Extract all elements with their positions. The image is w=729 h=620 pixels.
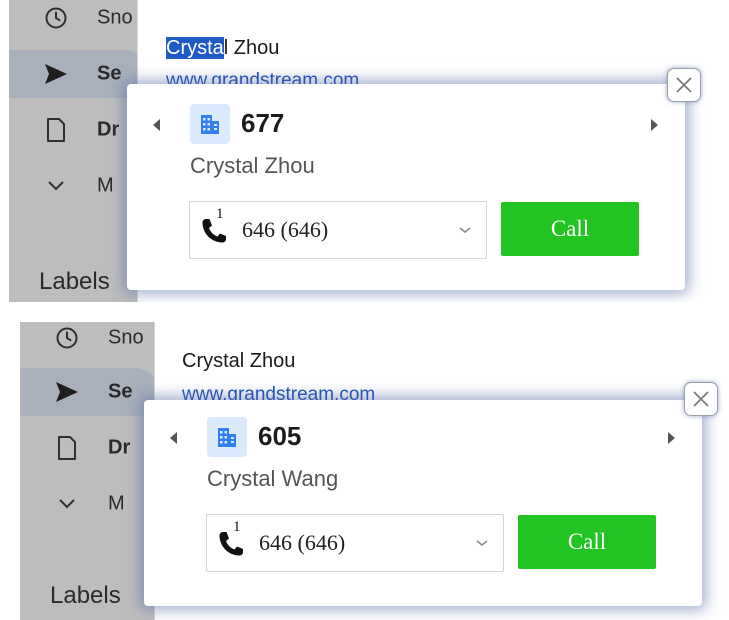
previous-contact-arrow[interactable] (170, 432, 177, 444)
sidebar-item-label: Sno (108, 326, 144, 349)
screenshot-panel-top: Sno Se Dr M Labels Crystal Zhou www.gran… (9, 0, 729, 302)
next-contact-arrow[interactable] (668, 432, 675, 444)
chevron-down-icon (476, 540, 488, 546)
number-select[interactable]: 1 646 (646) (189, 201, 487, 259)
contact-name: Crystal Zhou (190, 153, 315, 178)
close-popup-button[interactable] (684, 382, 718, 416)
close-icon (676, 77, 692, 93)
contact-name: Crystal Zhou (166, 37, 279, 60)
sidebar-item-label: M (108, 492, 125, 515)
send-icon (43, 61, 69, 87)
sidebar-item-label: Dr (108, 436, 131, 459)
sidebar-item-drafts[interactable]: Dr (20, 424, 160, 472)
next-contact-arrow[interactable] (651, 119, 658, 131)
clock-icon (54, 325, 80, 351)
sidebar-item-sent[interactable]: Se (20, 368, 160, 416)
labels-heading: Labels (39, 268, 110, 295)
chevron-down-icon (459, 227, 471, 233)
screenshot-panel-bottom: Sno Se Dr M Labels Crystal Zhou www.gran… (20, 322, 729, 620)
number-select[interactable]: 1 646 (646) (206, 514, 504, 572)
chevron-down-icon (43, 173, 69, 199)
building-icon (207, 417, 247, 457)
call-button[interactable]: Call (501, 202, 639, 256)
sidebar-item-label: Dr (97, 118, 120, 141)
call-button[interactable]: Call (518, 515, 656, 569)
sidebar-item-label: Se (108, 380, 133, 403)
gmail-sidebar: Sno Se Dr M Labels (20, 322, 160, 620)
number-value: 646 (646) (259, 530, 346, 555)
selected-text: Crysta (166, 37, 224, 59)
sidebar-item-label: M (97, 174, 114, 197)
line-number: 1 (233, 519, 241, 535)
send-icon (54, 379, 80, 405)
sidebar-item-more[interactable]: M (20, 480, 160, 528)
sidebar-item-label: Se (97, 62, 122, 85)
phone-icon (219, 532, 243, 556)
contact-name: Crystal Zhou (182, 350, 295, 373)
draft-icon (43, 117, 69, 143)
contact-name: Crystal Wang (207, 466, 339, 491)
sidebar-item-label: Sno (97, 6, 133, 29)
extension-number: 605 (258, 421, 302, 451)
labels-heading: Labels (50, 582, 121, 609)
previous-contact-arrow[interactable] (153, 119, 160, 131)
close-icon (693, 391, 709, 407)
draft-icon (54, 435, 80, 461)
clock-icon (43, 5, 69, 31)
click-to-dial-popup: 677 Crystal Zhou 1 646 (646) Call (127, 84, 685, 290)
contact-name-rest: l Zhou (223, 37, 280, 59)
chevron-down-icon (54, 491, 80, 517)
line-number: 1 (216, 206, 224, 222)
close-popup-button[interactable] (667, 68, 701, 102)
sidebar-item-snoozed[interactable]: Sno (9, 0, 149, 42)
contact-name-rest: Crystal Zhou (182, 350, 296, 372)
extension-number: 677 (241, 108, 285, 138)
click-to-dial-popup: 605 Crystal Wang 1 646 (646) Call (144, 400, 702, 606)
building-icon (190, 104, 230, 144)
phone-icon (202, 219, 226, 243)
sidebar-item-snoozed[interactable]: Sno (20, 322, 160, 362)
number-value: 646 (646) (242, 217, 329, 242)
